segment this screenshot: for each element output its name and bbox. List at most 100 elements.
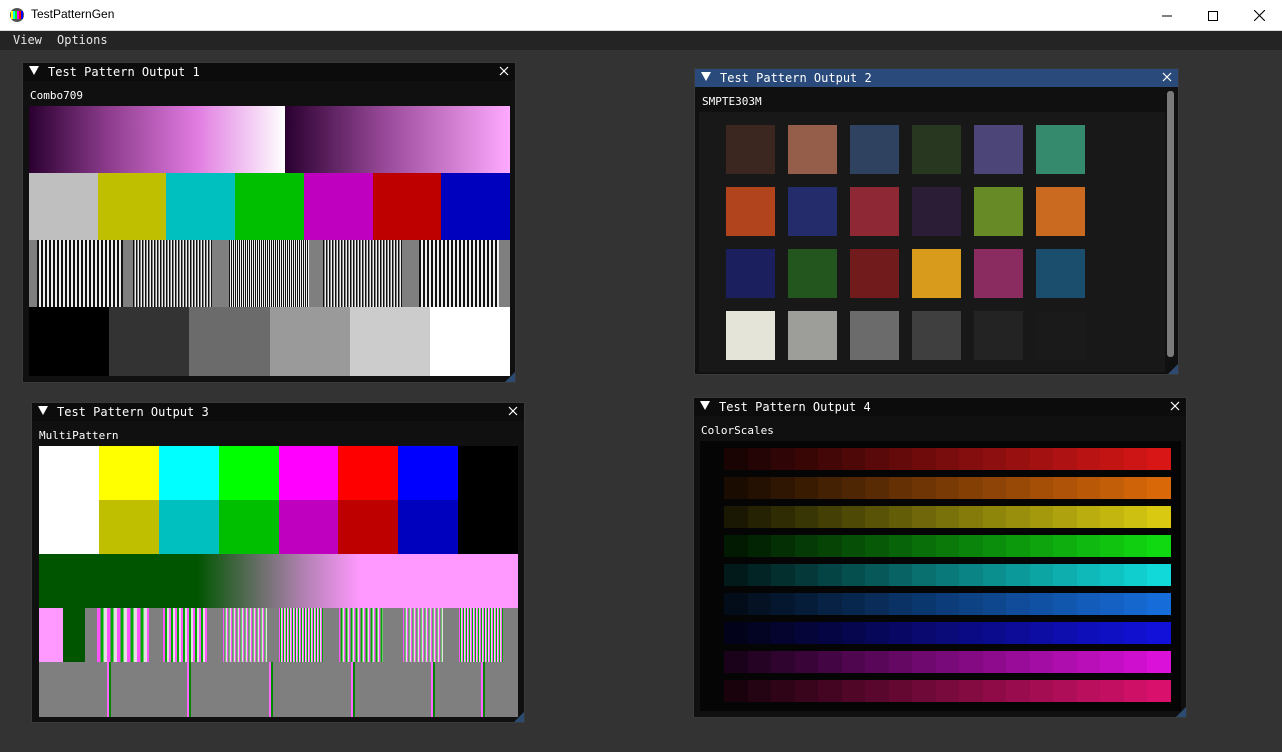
pluge-line-green xyxy=(433,662,435,717)
output-window-3[interactable]: Test Pattern Output 3 MultiPattern xyxy=(31,402,525,723)
scale-step xyxy=(1077,651,1101,673)
scale-step xyxy=(912,477,936,499)
resize-grip-icon[interactable] xyxy=(514,712,524,722)
window-titlebar[interactable]: TestPatternGen xyxy=(0,0,1282,31)
scale-step xyxy=(748,477,772,499)
window-title-bar[interactable]: Test Pattern Output 3 xyxy=(32,403,524,421)
color-chip xyxy=(726,311,775,360)
output-window-2[interactable]: Test Pattern Output 2 SMPTE303M xyxy=(694,68,1179,375)
pattern-canvas xyxy=(29,106,510,376)
gray-step xyxy=(350,307,431,376)
scale-step xyxy=(748,564,772,586)
scale-step xyxy=(1030,506,1054,528)
close-button[interactable] xyxy=(1236,0,1282,31)
app-root: TestPatternGen View Options Test Pattern… xyxy=(0,0,1282,752)
scale-step xyxy=(912,448,936,470)
gray-step xyxy=(270,307,351,376)
scale-step xyxy=(1030,477,1054,499)
output-window-1[interactable]: Test Pattern Output 1 Combo709 xyxy=(22,62,516,383)
scale-step xyxy=(748,680,772,702)
close-icon[interactable] xyxy=(1161,71,1173,83)
scale-step xyxy=(818,535,842,557)
scale-step xyxy=(724,477,748,499)
scale-step xyxy=(842,622,866,644)
scale-step xyxy=(1100,535,1124,557)
resize-grip-icon[interactable] xyxy=(1168,364,1178,374)
scale-step xyxy=(1147,448,1171,470)
pluge-line-green xyxy=(353,662,355,717)
color-chip xyxy=(912,125,961,174)
scale-step xyxy=(912,535,936,557)
scale-step xyxy=(865,564,889,586)
color-bar xyxy=(98,173,167,240)
scale-step xyxy=(795,535,819,557)
window-title: Test Pattern Output 1 xyxy=(48,65,200,79)
collapse-triangle-icon[interactable] xyxy=(29,66,39,75)
sweep-magenta-block xyxy=(39,608,63,662)
scale-step xyxy=(842,593,866,615)
color-chip xyxy=(1036,187,1085,236)
scale-step xyxy=(1077,477,1101,499)
color-chip xyxy=(974,187,1023,236)
color-chip xyxy=(912,187,961,236)
menu-options[interactable]: Options xyxy=(57,33,108,47)
close-icon[interactable] xyxy=(1169,400,1181,412)
close-icon[interactable] xyxy=(498,65,510,77)
collapse-triangle-icon[interactable] xyxy=(38,406,48,415)
scale-step xyxy=(1124,506,1148,528)
resize-grip-icon[interactable] xyxy=(505,372,515,382)
resize-grip-icon[interactable] xyxy=(1176,707,1186,717)
scale-step xyxy=(1030,593,1054,615)
scale-step xyxy=(748,622,772,644)
scale-step xyxy=(1124,651,1148,673)
scale-step xyxy=(771,651,795,673)
scale-step xyxy=(1124,448,1148,470)
pattern-name: Combo709 xyxy=(30,89,83,102)
scale-step xyxy=(983,448,1007,470)
pattern-canvas xyxy=(699,112,1165,372)
scale-step xyxy=(865,477,889,499)
maximize-button[interactable] xyxy=(1190,0,1236,31)
scale-step xyxy=(889,680,913,702)
collapse-triangle-icon[interactable] xyxy=(701,72,711,81)
scale-step xyxy=(818,622,842,644)
scale-step xyxy=(1053,506,1077,528)
scale-step xyxy=(959,448,983,470)
scale-step xyxy=(1147,680,1171,702)
color-bar xyxy=(166,173,235,240)
color-bar-100 xyxy=(338,446,398,500)
scale-step xyxy=(724,651,748,673)
scale-step xyxy=(771,622,795,644)
scale-step xyxy=(795,622,819,644)
pluge-line-green xyxy=(271,662,273,717)
scale-step xyxy=(724,622,748,644)
scale-step xyxy=(771,506,795,528)
app-title: TestPatternGen xyxy=(31,7,115,21)
color-bar xyxy=(441,173,510,240)
scale-step xyxy=(771,564,795,586)
scale-step xyxy=(771,535,795,557)
scale-step xyxy=(936,651,960,673)
output-window-4[interactable]: Test Pattern Output 4 ColorScales xyxy=(693,397,1187,718)
scale-step xyxy=(865,622,889,644)
scale-step xyxy=(1077,622,1101,644)
ramp-magenta xyxy=(285,106,510,173)
scale-step xyxy=(1124,680,1148,702)
scale-step xyxy=(1006,564,1030,586)
scale-step xyxy=(771,448,795,470)
collapse-triangle-icon[interactable] xyxy=(700,401,710,410)
window-title-bar[interactable]: Test Pattern Output 2 xyxy=(695,69,1178,87)
color-chip xyxy=(788,125,837,174)
scale-step xyxy=(1124,564,1148,586)
window-title-bar[interactable]: Test Pattern Output 4 xyxy=(694,398,1186,416)
window-title-bar[interactable]: Test Pattern Output 1 xyxy=(23,63,515,81)
scale-step xyxy=(1100,477,1124,499)
vertical-scrollbar[interactable] xyxy=(1167,91,1174,357)
close-icon[interactable] xyxy=(507,405,519,417)
color-chip xyxy=(850,311,899,360)
minimize-button[interactable] xyxy=(1144,0,1190,31)
gray-step xyxy=(29,307,110,376)
scale-step xyxy=(889,448,913,470)
scale-step xyxy=(724,535,748,557)
menu-view[interactable]: View xyxy=(13,33,42,47)
